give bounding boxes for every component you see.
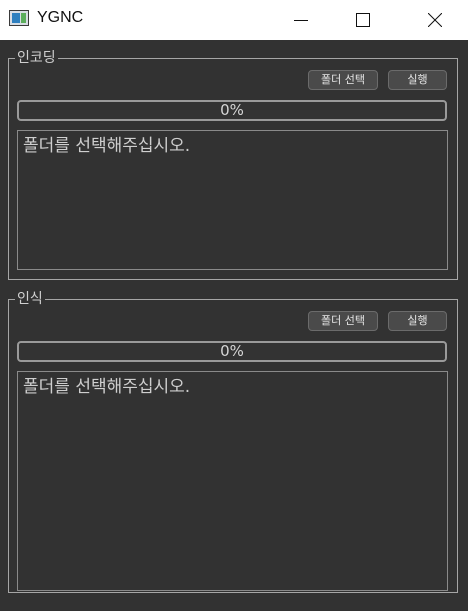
close-button[interactable] bbox=[412, 0, 458, 40]
recognition-groupbox: 인식 폴더 선택 실행 0% 폴더를 선택해주십시오. bbox=[8, 289, 458, 593]
recognition-log-textarea[interactable]: 폴더를 선택해주십시오. bbox=[17, 371, 448, 591]
encoding-log-textarea[interactable]: 폴더를 선택해주십시오. bbox=[17, 130, 448, 270]
maximize-icon bbox=[356, 13, 370, 27]
encoding-run-button[interactable]: 실행 bbox=[388, 70, 447, 90]
recognition-progress-text: 0% bbox=[220, 342, 244, 360]
encoding-group-title: 인코딩 bbox=[15, 48, 58, 68]
recognition-run-button[interactable]: 실행 bbox=[388, 311, 447, 331]
close-icon bbox=[428, 13, 442, 27]
minimize-button[interactable] bbox=[278, 0, 324, 40]
encoding-progress-text: 0% bbox=[220, 101, 244, 119]
maximize-button[interactable] bbox=[340, 0, 386, 40]
window-client-area: 인코딩 폴더 선택 실행 0% 폴더를 선택해주십시오. 인식 폴더 선택 실행… bbox=[0, 40, 468, 611]
encoding-groupbox: 인코딩 폴더 선택 실행 0% 폴더를 선택해주십시오. bbox=[8, 48, 458, 280]
encoding-progress-bar: 0% bbox=[17, 100, 447, 121]
window-title: YGNC bbox=[37, 9, 84, 26]
recognition-progress-bar: 0% bbox=[17, 341, 447, 362]
encoding-select-folder-button[interactable]: 폴더 선택 bbox=[308, 70, 378, 90]
recognition-group-title: 인식 bbox=[15, 289, 45, 309]
title-bar[interactable]: YGNC bbox=[0, 0, 468, 40]
app-window-icon bbox=[9, 10, 29, 26]
minimize-icon bbox=[294, 20, 308, 21]
recognition-select-folder-button[interactable]: 폴더 선택 bbox=[308, 311, 378, 331]
